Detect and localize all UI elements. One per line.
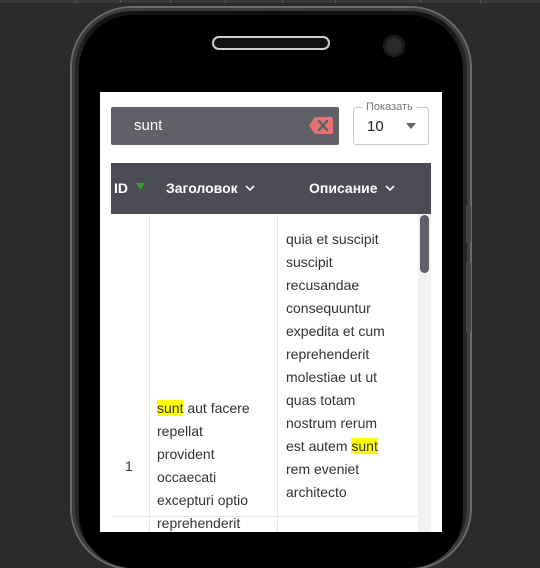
volume-button (466, 205, 471, 243)
cell-title: sunt aut facere repellat provident occae… (157, 400, 250, 531)
dropdown-caret-icon[interactable] (406, 123, 416, 129)
cell-id: 1 (125, 458, 133, 474)
search-input[interactable]: sunt (111, 107, 339, 145)
table-body: 1 sunt aut facere repellat provident occ… (111, 214, 431, 532)
column-header-id[interactable]: ID (114, 180, 128, 196)
chevron-down-icon[interactable] (384, 185, 395, 192)
top-ruler (0, 0, 540, 3)
scrollbar-track[interactable] (418, 214, 431, 532)
camera-icon (383, 35, 405, 57)
column-divider (149, 214, 150, 532)
page-size-select[interactable]: Показать 10 (353, 100, 429, 145)
search-highlight: sunt (157, 400, 184, 416)
search-highlight: sunt (351, 438, 378, 454)
column-header-title[interactable]: Заголовок (166, 180, 255, 196)
column-header-description-label: Описание (309, 180, 378, 196)
cell-description: quia et suscipit suscipit recusandae con… (286, 231, 385, 500)
speaker-grille (212, 36, 330, 50)
power-button (466, 262, 471, 332)
page-size-label: Показать (363, 100, 416, 114)
chevron-down-icon[interactable] (245, 185, 255, 192)
column-header-description[interactable]: Описание (309, 180, 395, 196)
sort-arrow-icon[interactable] (136, 183, 145, 190)
scrollbar-thumb[interactable] (420, 215, 429, 273)
table-header: ID Заголовок Описание (111, 163, 431, 214)
search-input-value[interactable]: sunt (134, 117, 162, 134)
column-divider (277, 214, 278, 532)
column-header-title-label: Заголовок (166, 180, 238, 196)
page-size-value[interactable]: 10 (367, 118, 384, 135)
app-screen: sunt Показать 10 ID Заголовок Описание 1 (100, 92, 442, 532)
clear-search-icon[interactable] (309, 117, 333, 134)
